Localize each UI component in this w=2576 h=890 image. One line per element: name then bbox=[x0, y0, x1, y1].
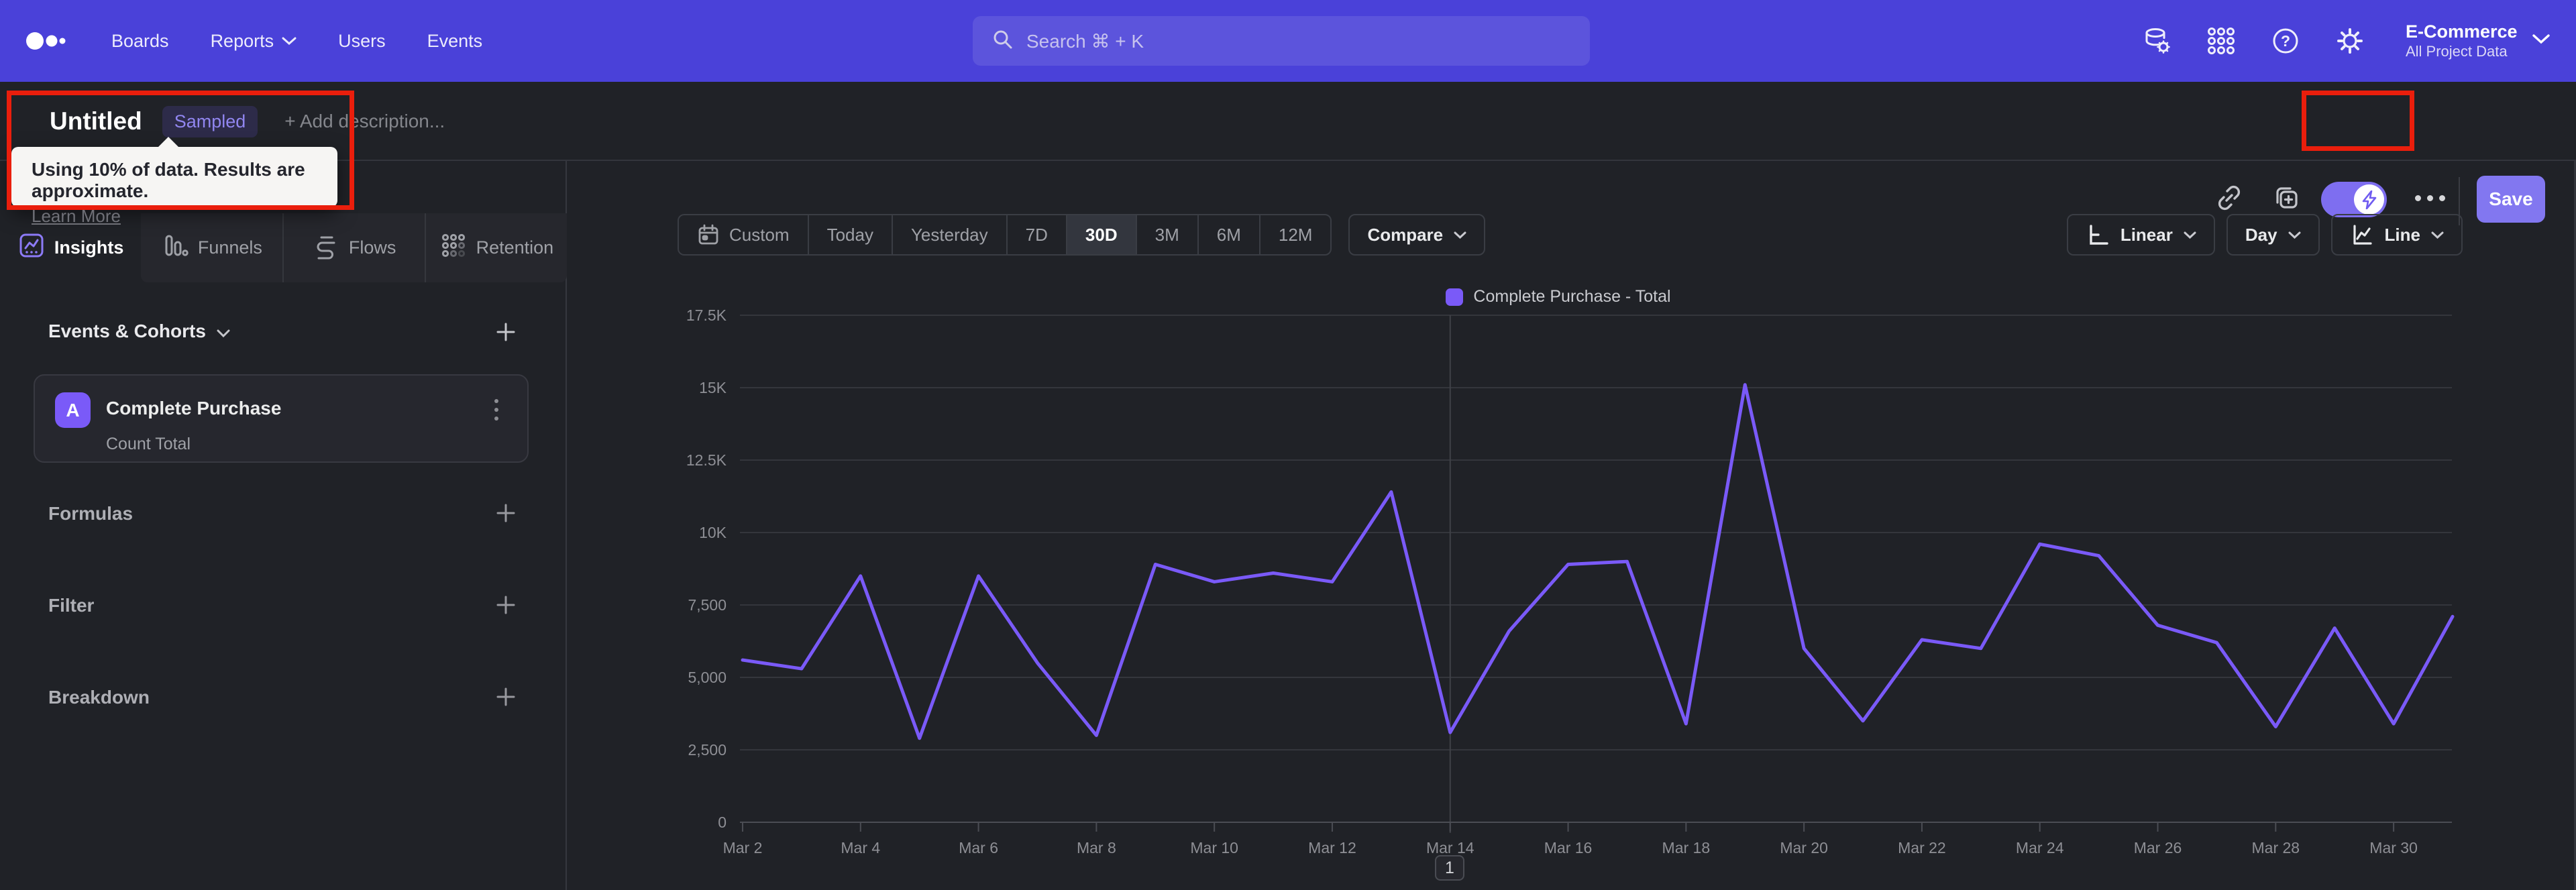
svg-text:7,500: 7,500 bbox=[688, 596, 727, 614]
svg-text:Mar 8: Mar 8 bbox=[1077, 839, 1116, 856]
project-scope: All Project Data bbox=[2406, 43, 2508, 60]
add-description-field[interactable]: + Add description... bbox=[284, 111, 445, 132]
nav-item-reports[interactable]: Reports bbox=[211, 31, 297, 52]
settings-gear-icon[interactable] bbox=[2334, 25, 2365, 56]
tooltip-text: Using 10% of data. Results are approxima… bbox=[32, 159, 305, 201]
svg-text:?: ? bbox=[2281, 32, 2290, 50]
svg-text:0: 0 bbox=[718, 814, 727, 831]
event-metric[interactable]: Count Total bbox=[106, 435, 191, 454]
svg-text:Mar 22: Mar 22 bbox=[1898, 839, 1946, 856]
svg-text:5,000: 5,000 bbox=[688, 669, 727, 686]
sampled-badge[interactable]: Sampled bbox=[162, 105, 258, 137]
tab-label: Retention bbox=[476, 237, 554, 258]
svg-text:Mar 24: Mar 24 bbox=[2016, 839, 2064, 856]
chevron-down-icon bbox=[2532, 34, 2550, 48]
search-icon bbox=[991, 28, 1014, 54]
series-line bbox=[741, 383, 2455, 740]
svg-text:Mar 20: Mar 20 bbox=[1780, 839, 1828, 856]
svg-text:2,500: 2,500 bbox=[688, 741, 727, 759]
svg-text:10K: 10K bbox=[699, 524, 727, 541]
line-chart[interactable]: Mar 2 Mar 4 Mar 6 Mar 8 Mar 10 Mar 12 Mar 14 Ma… bbox=[567, 161, 2576, 890]
nav-item-boards[interactable]: Boards bbox=[111, 31, 169, 52]
funnels-icon bbox=[161, 231, 189, 264]
search-placeholder: Search ⌘ + K bbox=[1026, 30, 1144, 52]
nav-menu: Boards Reports Users Events bbox=[111, 31, 482, 52]
svg-text:Mar 4: Mar 4 bbox=[841, 839, 880, 856]
tooltip-arrow bbox=[158, 137, 179, 148]
group-row-breakdown: Breakdown bbox=[0, 684, 567, 714]
events-cohorts-label: Events & Cohorts bbox=[48, 321, 206, 341]
learn-more-link[interactable]: Learn More bbox=[32, 206, 121, 227]
tab-label: Insights bbox=[54, 237, 124, 258]
event-series-badge: A bbox=[55, 392, 91, 428]
help-icon[interactable]: ? bbox=[2270, 25, 2301, 56]
nav-item-events[interactable]: Events bbox=[427, 31, 483, 52]
svg-text:12.5K: 12.5K bbox=[686, 451, 727, 469]
svg-text:Mar 16: Mar 16 bbox=[1544, 839, 1593, 856]
top-nav-bar: Boards Reports Users Events Search ⌘ + K bbox=[0, 0, 2576, 82]
nav-right-cluster: ? E-Commerce All Project Data bbox=[2141, 0, 2550, 82]
group-row-formulas: Formulas bbox=[0, 500, 567, 530]
add-event-button[interactable] bbox=[494, 321, 517, 343]
group-label: Filter bbox=[48, 595, 95, 616]
report-title-bar: Untitled Sampled + Add description... Sa… bbox=[0, 82, 2576, 225]
sampling-tooltip: Using 10% of data. Results are approxima… bbox=[11, 137, 337, 226]
apps-grid-icon[interactable] bbox=[2206, 25, 2237, 56]
add-breakdown-button[interactable] bbox=[494, 685, 517, 708]
project-switcher[interactable]: E-Commerce All Project Data bbox=[2406, 21, 2550, 61]
event-card[interactable]: A Complete Purchase Count Total bbox=[34, 374, 529, 463]
svg-text:Mar 14: Mar 14 bbox=[1426, 839, 1474, 856]
group-label: Breakdown bbox=[48, 687, 150, 708]
tab-label: Funnels bbox=[197, 237, 262, 258]
event-options-button[interactable] bbox=[483, 394, 510, 425]
flows-icon bbox=[312, 231, 340, 264]
retention-icon bbox=[439, 231, 468, 264]
add-filter-button[interactable] bbox=[494, 594, 517, 616]
svg-text:Mar 2: Mar 2 bbox=[723, 839, 763, 856]
event-name: Complete Purchase bbox=[106, 398, 282, 419]
group-label: Formulas bbox=[48, 503, 133, 524]
svg-text:Mar 30: Mar 30 bbox=[2369, 839, 2418, 856]
search-input[interactable]: Search ⌘ + K bbox=[973, 16, 1590, 66]
svg-text:Mar 26: Mar 26 bbox=[2134, 839, 2182, 856]
svg-text:Mar 10: Mar 10 bbox=[1190, 839, 1238, 856]
tab-label: Flows bbox=[348, 237, 396, 258]
chart-panel: Custom Today Yesterday 7D 30D 3M 6M 12M Compare… bbox=[567, 161, 2576, 890]
pagination-page-button[interactable]: 1 bbox=[1435, 855, 1464, 881]
svg-text:15K: 15K bbox=[699, 379, 727, 396]
add-formulas-button[interactable] bbox=[494, 502, 517, 524]
data-management-icon[interactable] bbox=[2141, 25, 2172, 56]
report-title[interactable]: Untitled bbox=[50, 107, 142, 135]
tab-retention[interactable]: Retention bbox=[424, 213, 567, 282]
project-name: E-Commerce bbox=[2406, 21, 2518, 42]
insights-icon bbox=[17, 231, 46, 264]
events-cohorts-header[interactable]: Events & Cohorts bbox=[48, 321, 230, 342]
svg-text:Mar 12: Mar 12 bbox=[1308, 839, 1356, 856]
svg-text:Mar 6: Mar 6 bbox=[959, 839, 998, 856]
mixpanel-logo-icon[interactable] bbox=[25, 27, 67, 54]
chevron-down-icon bbox=[282, 37, 297, 45]
nav-item-users[interactable]: Users bbox=[338, 31, 386, 52]
group-row-filter: Filter bbox=[0, 592, 567, 622]
svg-text:Mar 18: Mar 18 bbox=[1662, 839, 1711, 856]
query-sidebar: Insights Funnels Flows Retention Events … bbox=[0, 161, 567, 890]
chevron-down-icon bbox=[217, 321, 230, 342]
svg-text:Mar 28: Mar 28 bbox=[2252, 839, 2300, 856]
svg-text:17.5K: 17.5K bbox=[686, 307, 727, 324]
